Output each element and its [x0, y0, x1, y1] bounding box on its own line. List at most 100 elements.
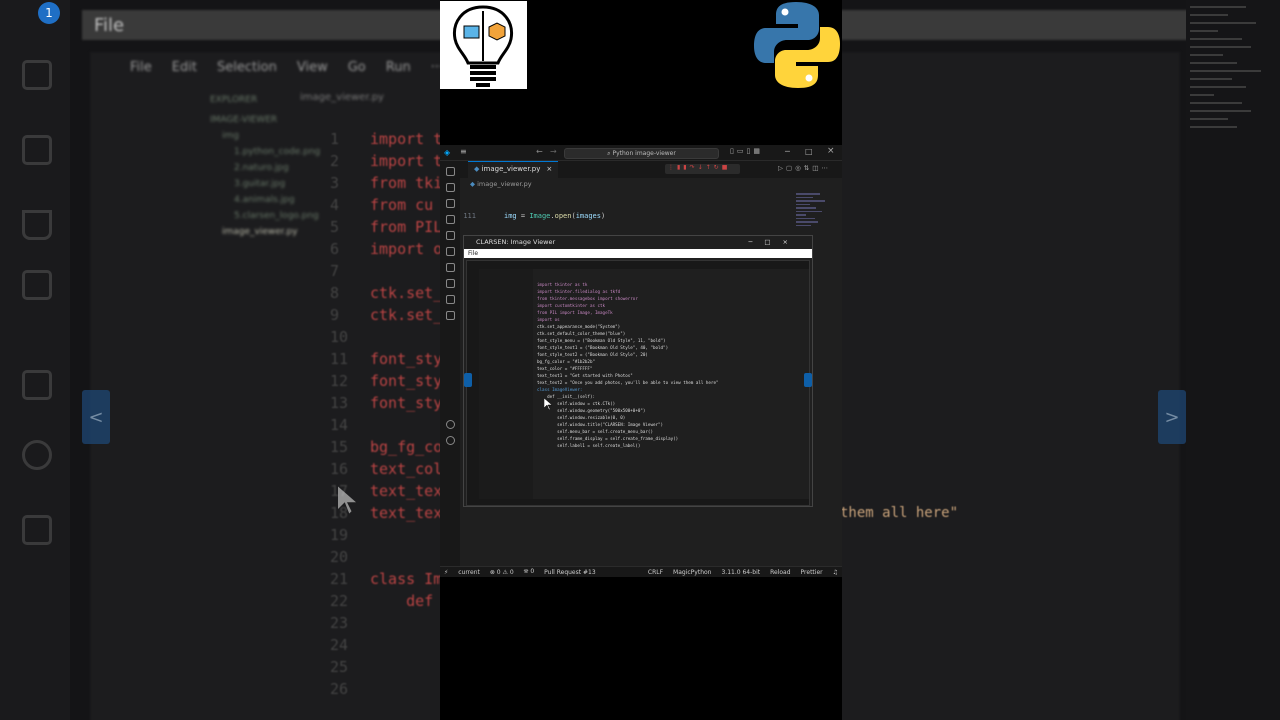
status-ports[interactable]: ⛯ 0	[524, 568, 535, 576]
source-control-icon[interactable]	[445, 199, 455, 208]
status-interpreter[interactable]: 3.11.0 64-bit	[721, 569, 760, 576]
docker-icon[interactable]	[445, 279, 455, 288]
status-branch[interactable]: current	[458, 569, 480, 576]
breadcrumb-file[interactable]: image_viewer.py	[477, 180, 532, 188]
status-prettier[interactable]: Prettier	[801, 569, 823, 576]
close-icon[interactable]: ×	[827, 146, 835, 156]
testing-icon[interactable]	[445, 263, 455, 272]
bg-code-line: 23 s	[330, 614, 452, 632]
window-controls[interactable]: ─□×	[748, 238, 800, 247]
tab-image-viewer[interactable]: ◆ image_viewer.py ×	[468, 161, 559, 178]
bg-code-line: 21 class Ima	[330, 570, 452, 588]
vscode-icon: ◈	[444, 148, 451, 157]
lightbulb-icon	[452, 5, 514, 87]
viewer-prev-button[interactable]	[464, 373, 472, 387]
explorer-icon[interactable]	[445, 167, 455, 176]
image-viewer-menu[interactable]: File	[464, 249, 812, 258]
debug-toolbar[interactable]: ⋮▮▮↷↓↑↻■	[665, 164, 740, 174]
maximize-icon[interactable]: □	[805, 147, 813, 156]
status-pull-request[interactable]: Pull Request #13	[544, 569, 596, 576]
next-button[interactable]: >	[1158, 390, 1186, 444]
python-logo	[752, 0, 842, 90]
status-eol[interactable]: CRLF	[648, 569, 663, 576]
image-code-line: self.frame_display = self.create_frame_d…	[537, 436, 679, 441]
image-code-line: import tkinter as tk	[537, 282, 588, 287]
image-sidebar	[479, 269, 533, 499]
account-icon[interactable]	[445, 420, 455, 429]
bg-extensions-icon	[22, 270, 52, 300]
image-code-line: self.window.title("CLARSEN: Image Viewer…	[537, 422, 664, 427]
bg-remote-icon	[22, 135, 52, 165]
back-arrow-icon[interactable]: ←	[536, 147, 543, 156]
command-center-search[interactable]: ⌕ Python image-viewer	[564, 148, 719, 159]
bg-code-line: 8 ctk.set_a	[330, 284, 452, 302]
settings-gear-icon[interactable]	[445, 436, 455, 445]
notification-badge: 1	[38, 2, 60, 24]
bg-cursor-icon	[338, 486, 356, 514]
image-code-line: self.window = ctk.CTk()	[537, 401, 616, 406]
bg-code-line: 19	[330, 526, 349, 544]
remote-icon[interactable]	[445, 247, 455, 256]
bg-code-line: 24 s	[330, 636, 452, 654]
menu-icon[interactable]: ≡	[460, 147, 467, 156]
image-viewer-window: CLARSEN: Image Viewer ─□× File import tk…	[463, 235, 813, 507]
tab-label: image_viewer.py	[481, 165, 541, 173]
bg-minimap	[1186, 0, 1280, 720]
image-code-line: self.window.resizable(0, 0)	[537, 415, 626, 420]
editor-actions[interactable]: ▷▢◎⇅◫⋯	[778, 164, 831, 172]
image-code-line: font_style_text1 = ("Bookman Old Style",…	[537, 345, 669, 350]
image-code-line: import os	[537, 317, 560, 322]
bg-menu-edit: Edit	[171, 60, 197, 75]
bg-code-line: 15 bg_fg_col	[330, 438, 452, 456]
bulb-logo	[440, 1, 527, 89]
bg-code-line: 2 import tk	[330, 152, 452, 170]
bg-flask-icon	[22, 210, 52, 240]
tab-close-icon[interactable]: ×	[546, 165, 552, 173]
bg-code-line: 7	[330, 262, 340, 280]
activity-bar	[440, 161, 460, 569]
image-code-line: self.label1 = self.create_label()	[537, 443, 641, 448]
layout-icons[interactable]: ▯▭▯▦	[730, 147, 763, 155]
bg-code-line: 11 font_styl	[330, 350, 452, 368]
bg-code-line: 1 import tk	[330, 130, 452, 148]
image-code-line: class ImageViewer:	[537, 387, 583, 392]
image-code-line: text_text1 = "Get started with Photos"	[537, 373, 633, 378]
image-code-line: self.menu_bar = self.create_menu_bar()	[537, 429, 653, 434]
minimize-icon[interactable]: ─	[785, 147, 790, 156]
run-debug-icon[interactable]	[445, 215, 455, 224]
image-code-line: bg_fg_color = "#1b2b2b"	[537, 359, 595, 364]
bg-code-line: 26 s	[330, 680, 452, 698]
bg-code-line: 4 from cu	[330, 196, 434, 214]
image-code-line: import tkinter.filedialog as tkfd	[537, 289, 621, 294]
bell-icon[interactable]: ♫	[833, 569, 838, 576]
bg-docker-icon	[22, 370, 52, 400]
bg-code-snippet: them all here"	[840, 505, 959, 521]
status-reload[interactable]: Reload	[770, 569, 790, 576]
status-problems[interactable]: ⊗ 0 ⚠ 0	[490, 569, 514, 576]
image-code-line: from PIL import Image, ImageTk	[537, 310, 613, 315]
search-sidebar-icon[interactable]	[445, 183, 455, 192]
bg-code-line: 9 ctk.set_d	[330, 306, 452, 324]
prev-button[interactable]: <	[82, 390, 110, 444]
extensions-icon[interactable]	[445, 231, 455, 240]
bg-menu-run: Run	[385, 60, 411, 75]
image-code-line: font_style_menu = ("Bookman Old Style", …	[537, 338, 666, 343]
viewer-next-button[interactable]	[804, 373, 812, 387]
bg-code-line: 12 font_styl	[330, 372, 452, 390]
git-graph-icon[interactable]	[445, 311, 455, 320]
displayed-image: import tkinter as tk import tkinter.filed…	[466, 260, 810, 506]
image-status	[467, 499, 809, 505]
remote-status-icon[interactable]: ⚡	[444, 569, 448, 576]
title-bar: ◈ ≡ ← → ⌕ Python image-viewer ▯▭▯▦ ─ □ ×	[440, 145, 842, 161]
image-code-line: from tkinter.messagebox import showerror	[537, 296, 638, 301]
python-icon	[754, 2, 840, 88]
bg-menu-go: Go	[347, 60, 366, 75]
github-icon[interactable]	[445, 295, 455, 304]
forward-arrow-icon[interactable]: →	[550, 147, 557, 156]
image-code-line: font_style_text2 = ("Bookman Old Style",…	[537, 352, 648, 357]
editor-tabs: ◆ image_viewer.py × ⋮▮▮↷↓↑↻■ ▷▢◎⇅◫⋯	[460, 161, 842, 178]
status-language[interactable]: MagicPython	[673, 569, 711, 576]
image-viewer-title: CLARSEN: Image Viewer	[476, 238, 556, 246]
bg-code: 1 import tk 2 import tk 3 from tkin 4 from cu 5 f…	[330, 128, 451, 700]
bg-code-line: 25 s	[330, 658, 452, 676]
